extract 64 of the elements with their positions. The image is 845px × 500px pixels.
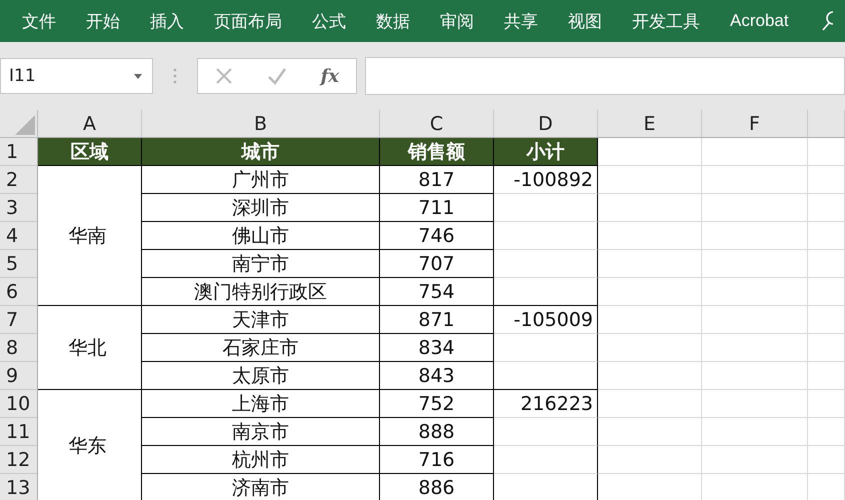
column-header[interactable]: E xyxy=(598,110,702,138)
table-cell: 南京市 xyxy=(142,418,380,446)
table-cell: 707 xyxy=(380,250,494,278)
ribbon-tab[interactable]: 数据 xyxy=(376,10,410,32)
row-header[interactable]: 7 xyxy=(0,306,38,334)
name-box[interactable]: I11 xyxy=(0,58,153,94)
table-cell: 广州市 xyxy=(142,166,380,194)
table-cell: 843 xyxy=(380,362,494,390)
ribbon-tab[interactable]: 共享 xyxy=(504,10,538,32)
table-cell: 834 xyxy=(380,334,494,362)
column-header[interactable]: D xyxy=(494,110,598,138)
row-header[interactable]: 6 xyxy=(0,278,38,306)
ribbon-tab[interactable]: 公式 xyxy=(312,10,346,32)
table-cell: 杭州市 xyxy=(142,446,380,474)
ribbon-tab[interactable]: 插入 xyxy=(150,10,184,32)
row-header[interactable]: 1 xyxy=(0,138,38,166)
table-cell: 太原市 xyxy=(142,362,380,390)
row-header[interactable]: 5 xyxy=(0,250,38,278)
table-cell: 天津市 xyxy=(142,306,380,334)
region-cell: 华南 xyxy=(38,166,142,306)
column-header[interactable]: F xyxy=(702,110,808,138)
ribbon-tab[interactable]: 页面布局 xyxy=(214,10,282,32)
table-cell: -100892 xyxy=(494,166,598,194)
table-cell: 深圳市 xyxy=(142,194,380,222)
ribbon-tab[interactable]: 开始 xyxy=(86,10,120,32)
row-header[interactable]: 4 xyxy=(0,222,38,250)
table-cell: 216223 xyxy=(494,390,598,418)
table-cell: 石家庄市 xyxy=(142,334,380,362)
header-cell: 小计 xyxy=(494,138,598,166)
ribbon-tab[interactable]: 审阅 xyxy=(440,10,474,32)
column-header[interactable]: C xyxy=(380,110,494,138)
row-header[interactable]: 3 xyxy=(0,194,38,222)
ribbon-tab[interactable]: 视图 xyxy=(568,10,602,32)
ribbon-tab[interactable]: 开发工具 xyxy=(632,10,700,32)
row-header[interactable]: 8 xyxy=(0,334,38,362)
row-header[interactable]: 2 xyxy=(0,166,38,194)
header-cell: 城市 xyxy=(142,138,380,166)
table-cell: 上海市 xyxy=(142,390,380,418)
row-header[interactable]: 9 xyxy=(0,362,38,390)
table-cell: 澳门特别行政区 xyxy=(142,278,380,306)
table-cell: 754 xyxy=(380,278,494,306)
ribbon-tab[interactable]: Acrobat xyxy=(730,11,789,31)
insert-function-button[interactable]: fx xyxy=(320,66,340,86)
header-cell: 区域 xyxy=(38,138,142,166)
column-header[interactable]: B xyxy=(142,110,380,138)
table-cell: 711 xyxy=(380,194,494,222)
row-header[interactable]: 11 xyxy=(0,418,38,446)
table-cell: 746 xyxy=(380,222,494,250)
header-cell: 销售额 xyxy=(380,138,494,166)
row-header[interactable]: 12 xyxy=(0,446,38,474)
table-cell: 871 xyxy=(380,306,494,334)
ribbon-tab[interactable]: 文件 xyxy=(22,10,56,32)
table-cell: 752 xyxy=(380,390,494,418)
column-header[interactable]: A xyxy=(38,110,142,138)
table-cell: -105009 xyxy=(494,306,598,334)
table-cell: 817 xyxy=(380,166,494,194)
row-header[interactable]: 10 xyxy=(0,390,38,418)
row-header[interactable]: 13 xyxy=(0,474,38,500)
table-cell: 南宁市 xyxy=(142,250,380,278)
table-cell: 716 xyxy=(380,446,494,474)
table-cell: 888 xyxy=(380,418,494,446)
table-cell: 佛山市 xyxy=(142,222,380,250)
cell-reference: I11 xyxy=(9,66,36,86)
region-cell: 华北 xyxy=(38,306,142,390)
